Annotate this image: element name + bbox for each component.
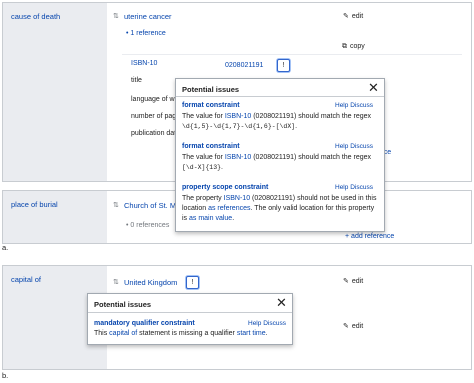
- issue-heading: format constraint: [182, 143, 240, 150]
- add-reference-button[interactable]: + add reference: [345, 233, 394, 240]
- references-link[interactable]: as references: [208, 205, 250, 212]
- property-label-cause-of-death[interactable]: cause of death: [11, 12, 60, 21]
- property-label-capital-of[interactable]: capital of: [11, 275, 41, 284]
- popup-divider: [88, 312, 292, 313]
- pencil-icon: ✎: [343, 278, 349, 285]
- rank-icon[interactable]: ⇅: [113, 278, 119, 286]
- discuss-link[interactable]: Discuss: [350, 143, 373, 150]
- constraint-warning-button[interactable]: !: [186, 276, 199, 289]
- rank-icon[interactable]: ⇅: [113, 201, 119, 209]
- issue-heading: format constraint: [182, 102, 240, 109]
- property-link[interactable]: capital of: [109, 330, 137, 337]
- edit-button[interactable]: ✎edit: [343, 12, 363, 20]
- help-link[interactable]: Help: [335, 102, 348, 109]
- issue-help-links: Help Discuss: [335, 143, 373, 150]
- statement-value[interactable]: uterine cancer: [124, 12, 172, 21]
- reference-value-isbn[interactable]: 0208021191: [225, 62, 263, 69]
- property-link[interactable]: ISBN-10: [225, 154, 251, 161]
- regex-code: \d{1,5}-\d{1,7}-\d{1,6}-[\dX]: [182, 123, 296, 130]
- issue-heading: mandatory qualifier constraint: [94, 320, 195, 327]
- property-link[interactable]: ISBN-10: [225, 113, 251, 120]
- reference-property-isbn[interactable]: ISBN-10: [131, 60, 157, 67]
- issue-heading: property scope constraint: [182, 184, 269, 191]
- help-link[interactable]: Help: [335, 184, 348, 191]
- issue-help-links: Help Discuss: [335, 184, 373, 191]
- figure-label-a: a.: [2, 243, 9, 252]
- property-cell: place of burial: [3, 191, 107, 243]
- property-link[interactable]: ISBN-10: [224, 195, 250, 202]
- reference-row-date[interactable]: publication date: [131, 130, 180, 137]
- pencil-icon: ✎: [343, 323, 349, 330]
- issue-description: This capital of statement is missing a q…: [94, 330, 268, 337]
- statement-value[interactable]: United Kingdom: [124, 278, 177, 287]
- help-link[interactable]: Help: [248, 320, 261, 327]
- chevron-down-icon: •: [126, 222, 129, 229]
- popup-title: Potential issues: [182, 85, 240, 94]
- property-label-place-of-burial[interactable]: place of burial: [11, 200, 58, 209]
- discuss-link[interactable]: Discuss: [263, 320, 286, 327]
- reference-row-title[interactable]: title: [131, 77, 142, 84]
- discuss-link[interactable]: Discuss: [350, 184, 373, 191]
- qualifier-link[interactable]: start time: [237, 330, 266, 337]
- main-value-link[interactable]: as main value: [189, 215, 232, 222]
- popup-divider: [176, 96, 384, 97]
- popup-title: Potential issues: [94, 300, 152, 309]
- issue-description: The property ISBN-10 (0208021191) should…: [182, 195, 377, 222]
- issue-help-links: Help Discuss: [248, 320, 286, 327]
- close-icon[interactable]: ✕: [368, 81, 379, 94]
- issue-description: The value for ISBN-10 (0208021191) shoul…: [182, 154, 372, 171]
- warning-icon: !: [282, 62, 285, 69]
- discuss-link[interactable]: Discuss: [350, 102, 373, 109]
- potential-issues-popup: Potential issues ✕ format constraint Hel…: [175, 78, 385, 232]
- regex-code: [\d-X]{13}: [182, 164, 222, 171]
- reference-row-pages[interactable]: number of page: [131, 113, 180, 120]
- potential-issues-popup: Potential issues ✕ mandatory qualifier c…: [87, 293, 293, 345]
- references-toggle[interactable]: • 0 references: [126, 222, 169, 229]
- constraint-warning-button[interactable]: !: [277, 59, 290, 72]
- copy-icon: ⧉: [342, 43, 347, 50]
- issue-help-links: Help Discuss: [335, 102, 373, 109]
- issue-description: The value for ISBN-10 (0208021191) shoul…: [182, 113, 372, 130]
- property-cell: cause of death: [3, 3, 107, 181]
- copy-button[interactable]: ⧉ copy: [342, 43, 365, 51]
- close-icon[interactable]: ✕: [276, 296, 287, 309]
- pencil-icon: ✎: [343, 13, 349, 20]
- edit-button-2[interactable]: ✎ edit: [343, 322, 363, 330]
- references-toggle[interactable]: • 1 reference: [126, 30, 166, 37]
- edit-button[interactable]: ✎edit: [343, 277, 363, 285]
- warning-icon: !: [191, 279, 194, 286]
- plus-icon: +: [345, 233, 350, 240]
- help-link[interactable]: Help: [335, 143, 348, 150]
- statement-value[interactable]: Church of St. M: [124, 201, 176, 210]
- reference-row-language[interactable]: language of wo: [131, 96, 178, 103]
- rank-icon[interactable]: ⇅: [113, 12, 119, 20]
- chevron-down-icon: •: [126, 30, 129, 37]
- figure-label-b: b.: [2, 371, 9, 380]
